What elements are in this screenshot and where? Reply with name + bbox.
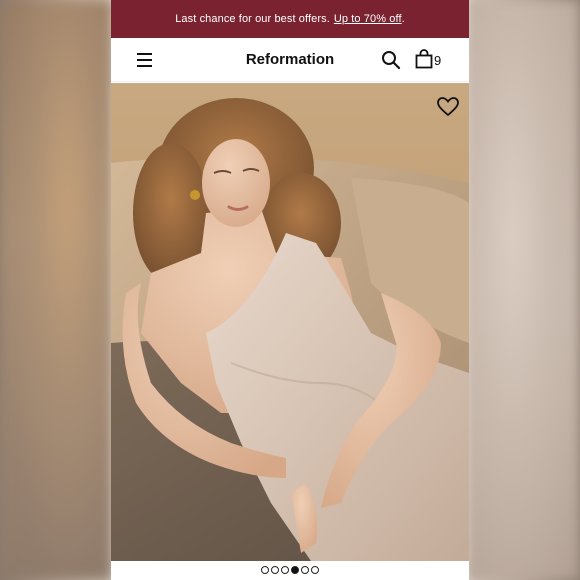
carousel-dot[interactable]: [261, 566, 269, 574]
carousel-dot[interactable]: [311, 566, 319, 574]
carousel-dot[interactable]: [281, 566, 289, 574]
menu-icon[interactable]: [137, 53, 152, 67]
search-icon[interactable]: [381, 50, 401, 70]
promo-banner: Last chance for our best offers. Up to 7…: [111, 0, 469, 38]
background-right-blur: [468, 0, 580, 580]
bag-count: 9: [434, 53, 442, 68]
mobile-screen: Last chance for our best offers. Up to 7…: [111, 0, 469, 580]
carousel-dot-active[interactable]: [291, 566, 299, 574]
carousel-dot[interactable]: [271, 566, 279, 574]
shopping-bag-icon[interactable]: [414, 49, 434, 69]
hero-illustration: [111, 83, 469, 561]
heart-icon[interactable]: [437, 97, 459, 117]
promo-trailing: .: [401, 13, 405, 25]
site-header: Reformation 9: [111, 38, 469, 82]
promo-text: Last chance for our best offers.: [175, 13, 330, 25]
product-hero-image[interactable]: [111, 83, 469, 561]
carousel-dot[interactable]: [301, 566, 309, 574]
promo-link[interactable]: Up to 70% off: [334, 13, 402, 25]
background-left-blur: [0, 0, 112, 580]
carousel-dots: [111, 566, 469, 574]
